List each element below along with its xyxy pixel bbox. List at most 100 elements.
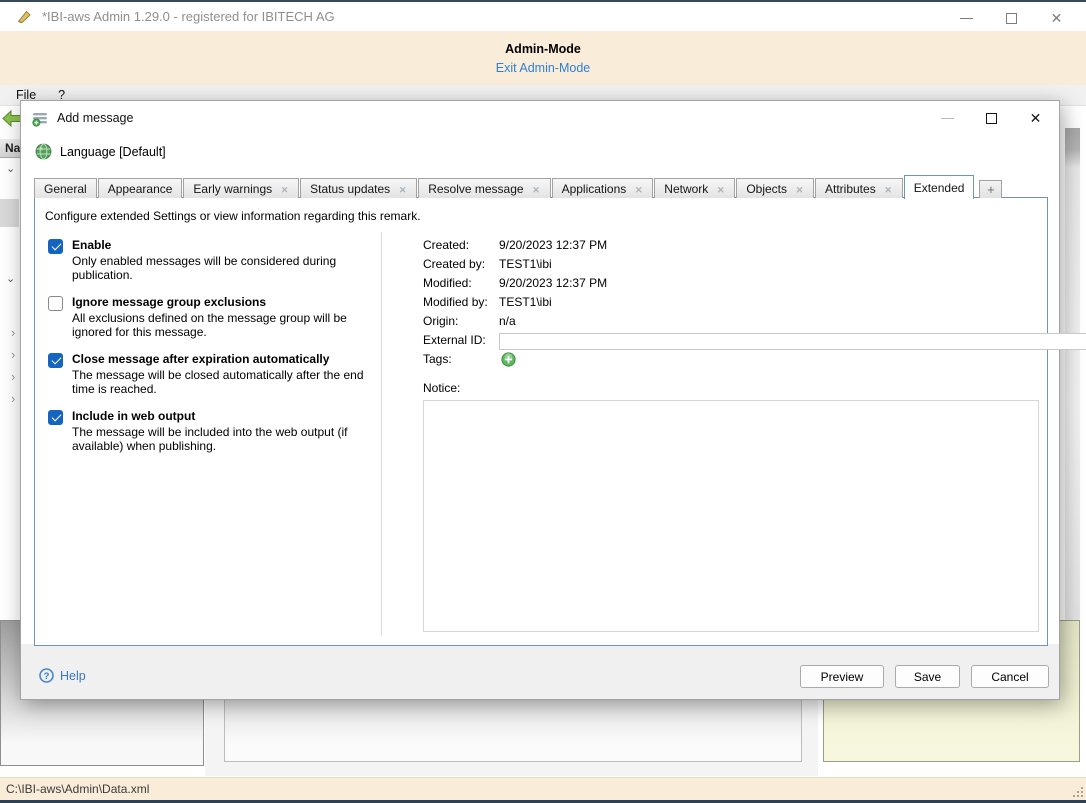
checkbox-row: Include in web output The message will b… [48, 409, 393, 453]
origin-value: n/a [499, 314, 1086, 333]
tab-close-icon[interactable] [280, 182, 289, 196]
dialog-title: Add message [57, 111, 133, 125]
modified-value: 9/20/2023 12:37 PM [499, 276, 1086, 295]
dialog-tab[interactable]: Early warnings [183, 178, 299, 198]
exit-admin-mode-link[interactable]: Exit Admin-Mode [496, 61, 590, 75]
tree-selected-row[interactable] [0, 199, 19, 227]
dialog-titlebar: Add message [21, 101, 1059, 135]
help-link[interactable]: ? Help [39, 668, 86, 683]
close-icon[interactable] [1041, 6, 1072, 32]
save-button[interactable]: Save [895, 665, 960, 688]
checkbox-label: Close message after expiration automatic… [72, 352, 377, 366]
dialog-tab[interactable]: Resolve message [418, 178, 550, 198]
tab-close-icon[interactable] [532, 182, 541, 196]
maximize-icon[interactable] [996, 6, 1027, 32]
modified-label: Modified: [423, 276, 499, 295]
admin-mode-banner: Admin-Mode Exit Admin-Mode [0, 31, 1086, 85]
tab-label: Appearance [108, 182, 173, 196]
dialog-minimize-icon[interactable] [932, 106, 963, 132]
dialog-tab[interactable]: Extended [904, 175, 975, 199]
tree-expander-icon[interactable] [6, 162, 15, 175]
tab-label: Network [664, 182, 708, 196]
checkbox-label: Ignore message group exclusions [72, 295, 377, 309]
notice-textarea[interactable] [423, 400, 1039, 632]
tree-collapse-icon[interactable] [11, 369, 15, 384]
extended-tab-panel: Configure extended Settings or view info… [34, 197, 1048, 646]
tree-column-header[interactable]: Na [0, 139, 20, 158]
dialog-tab[interactable]: Objects [736, 178, 814, 198]
resize-grip[interactable] [1073, 787, 1083, 797]
tab-label: Attributes [825, 182, 876, 196]
info-grid: Created: 9/20/2023 12:37 PM Created by: … [423, 238, 1040, 371]
status-bar: C:\IBI-aws\Admin\Data.xml [0, 777, 1086, 800]
tree-collapse-icon[interactable] [11, 391, 15, 406]
settings-column: Enable Only enabled messages will be con… [48, 238, 393, 466]
tree-collapse-icon[interactable] [11, 347, 15, 362]
dialog-tab[interactable]: Network [654, 178, 735, 198]
checkbox-label: Include in web output [72, 409, 377, 423]
tab-close-icon[interactable] [716, 182, 725, 196]
origin-label: Origin: [423, 314, 499, 333]
question-circle-icon: ? [39, 668, 54, 683]
tree-collapse-icon[interactable] [11, 325, 15, 340]
add-message-dialog: Add message Language [Default] General A… [20, 100, 1060, 700]
checkbox-row: Ignore message group exclusions All excl… [48, 295, 393, 339]
svg-text:?: ? [44, 671, 50, 682]
checkbox[interactable] [48, 353, 63, 368]
tab-label: General [44, 182, 87, 196]
dialog-tab[interactable]: Attributes [815, 178, 903, 198]
background-scrollbar[interactable] [1065, 128, 1080, 674]
tab-label: Applications [562, 182, 627, 196]
tab-close-icon[interactable] [398, 182, 407, 196]
help-label: Help [60, 669, 86, 683]
dialog-tab[interactable]: Status updates [300, 178, 417, 198]
checkbox[interactable] [48, 410, 63, 425]
created-by-value: TEST1\ibi [499, 257, 1086, 276]
tab-label: Status updates [310, 182, 390, 196]
dialog-footer: ? Help Preview Save Cancel [21, 644, 1059, 699]
dialog-close-icon[interactable] [1020, 106, 1051, 132]
cancel-button[interactable]: Cancel [971, 665, 1049, 688]
add-message-icon [32, 110, 49, 127]
tab-close-icon[interactable] [634, 182, 643, 196]
checkbox-row: Enable Only enabled messages will be con… [48, 238, 393, 282]
checkbox[interactable] [48, 239, 63, 254]
back-arrow-icon[interactable] [2, 110, 22, 127]
checkbox-description: The message will be included into the we… [72, 426, 377, 453]
checkbox-row: Close message after expiration automatic… [48, 352, 393, 396]
tab-label: Objects [746, 182, 787, 196]
tabs: General Appearance Early warnings Status… [34, 175, 975, 198]
dialog-maximize-icon[interactable] [976, 106, 1007, 132]
dialog-tab[interactable]: General [34, 178, 97, 198]
preview-button[interactable]: Preview [800, 665, 884, 688]
globe-icon [35, 143, 52, 160]
tab-close-icon[interactable] [795, 182, 804, 196]
column-divider [381, 232, 382, 636]
language-selector[interactable]: Language [Default] [35, 143, 1059, 160]
app-titlebar: *IBI-aws Admin 1.29.0 - registered for I… [0, 0, 1086, 31]
panel-description: Configure extended Settings or view info… [45, 209, 421, 223]
checkbox-label: Enable [72, 238, 377, 252]
created-by-label: Created by: [423, 257, 499, 276]
info-column: Created: 9/20/2023 12:37 PM Created by: … [423, 238, 1040, 635]
tab-strip: General Appearance Early warnings Status… [34, 173, 1046, 198]
add-tab-button[interactable] [979, 180, 1002, 198]
add-tag-button[interactable] [501, 352, 516, 367]
tab-label: Early warnings [193, 182, 272, 196]
main-window-controls [951, 4, 1072, 33]
dialog-tab[interactable]: Applications [552, 178, 654, 198]
checkbox-description: The message will be closed automatically… [72, 369, 377, 396]
app-pen-icon [16, 8, 33, 25]
checkbox[interactable] [48, 296, 63, 311]
tags-label: Tags: [423, 352, 499, 371]
minimize-icon[interactable] [951, 6, 982, 32]
checkbox-description: Only enabled messages will be considered… [72, 255, 377, 282]
status-bar-path: C:\IBI-aws\Admin\Data.xml [6, 782, 149, 796]
app-title: *IBI-aws Admin 1.29.0 - registered for I… [42, 9, 335, 24]
notice-label: Notice: [423, 381, 1040, 395]
tab-label: Extended [914, 181, 965, 195]
dialog-tab[interactable]: Appearance [98, 178, 183, 198]
tree-expander-icon[interactable] [6, 272, 15, 285]
tab-close-icon[interactable] [884, 182, 893, 196]
external-id-input[interactable] [499, 333, 1086, 350]
